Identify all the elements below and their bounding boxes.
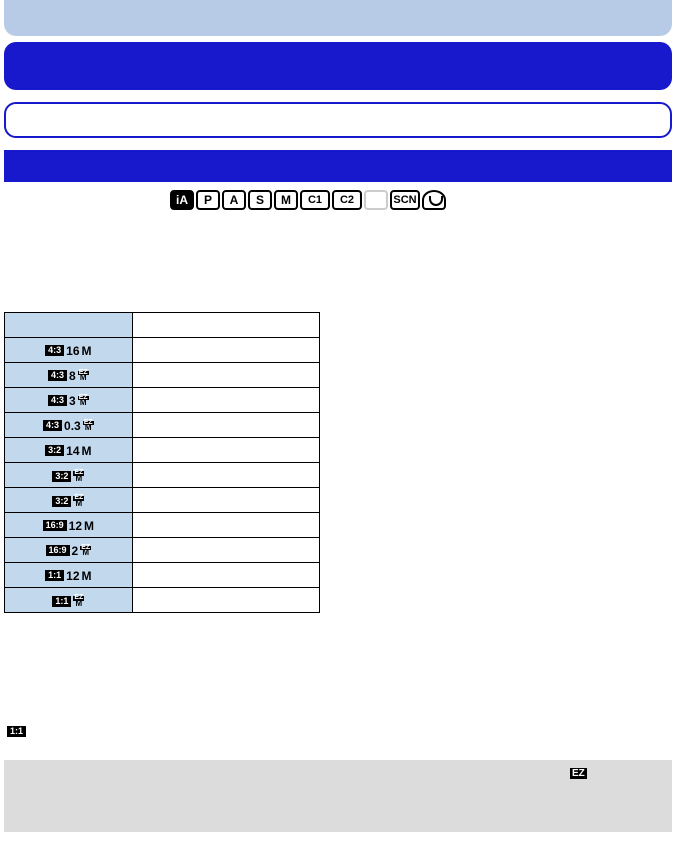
ratio-badge: 3:2 — [52, 471, 71, 482]
size-value: 12 — [69, 519, 82, 533]
size-cell: 1:112M — [5, 563, 133, 588]
ratio-badge: 4:3 — [43, 420, 62, 431]
ratio-badge: 1:1 — [52, 596, 71, 607]
resolution-cell — [132, 388, 319, 413]
mode-ia-icon: iA — [170, 190, 194, 210]
mode-s-icon: S — [248, 190, 272, 210]
resolution-cell — [132, 488, 319, 513]
mode-blank-icon — [364, 190, 388, 210]
table-row: 4:316M — [5, 338, 320, 363]
ratio-badge: 16:9 — [43, 520, 67, 531]
size-unit: M — [82, 569, 92, 583]
size-cell: 16:92EZM — [5, 538, 133, 563]
table-header-2 — [132, 313, 319, 338]
table-row: 16:912M — [5, 513, 320, 538]
ez-m-icon: EZM — [73, 496, 84, 506]
mode-p-icon: P — [196, 190, 220, 210]
top-banner — [4, 0, 672, 36]
section-heading-bar — [4, 150, 672, 182]
ratio-badge: 4:3 — [48, 395, 67, 406]
title-bar — [4, 42, 672, 90]
table-row: 1:112M — [5, 563, 320, 588]
ratio-badge: 3:2 — [45, 445, 64, 456]
mode-scn-icon: SCN — [390, 190, 420, 210]
ratio-badge: 4:3 — [48, 370, 67, 381]
size-cell: 1:1EZM — [5, 588, 133, 613]
resolution-cell — [132, 588, 319, 613]
size-unit: M — [82, 444, 92, 458]
size-cell: 3:2EZM — [5, 488, 133, 513]
resolution-cell — [132, 513, 319, 538]
ez-m-icon: EZM — [78, 396, 89, 406]
ratio-badge: 1:1 — [45, 570, 64, 581]
table-row: 4:30.3EZM — [5, 413, 320, 438]
table-row: 4:33EZM — [5, 388, 320, 413]
resolution-cell — [132, 438, 319, 463]
table-row: 3:2EZM — [5, 463, 320, 488]
size-value: 14 — [66, 444, 79, 458]
size-cell: 3:2EZM — [5, 463, 133, 488]
table-row: 3:214M — [5, 438, 320, 463]
ratio-badge: 16:9 — [46, 545, 70, 556]
subtitle-bar — [4, 102, 672, 138]
resolution-cell — [132, 363, 319, 388]
mode-c2-icon: C2 — [332, 190, 362, 210]
size-cell: 16:912M — [5, 513, 133, 538]
ez-badge-footer: EZ — [570, 768, 587, 779]
size-value: 8 — [69, 369, 76, 383]
size-value: 2 — [72, 544, 79, 558]
table-row: 3:2EZM — [5, 488, 320, 513]
size-cell: 4:316M — [5, 338, 133, 363]
resolution-cell — [132, 538, 319, 563]
ez-m-icon: EZM — [80, 546, 91, 556]
ez-m-icon: EZM — [73, 596, 84, 606]
ratio-badge-standalone: 1:1 — [7, 726, 26, 737]
size-value: 0.3 — [64, 419, 81, 433]
resolution-cell — [132, 563, 319, 588]
resolution-cell — [132, 338, 319, 363]
mode-c1-icon: C1 — [300, 190, 330, 210]
ratio-badge: 4:3 — [45, 345, 64, 356]
mode-m-icon: M — [274, 190, 298, 210]
ez-m-icon: EZM — [78, 371, 89, 381]
size-cell: 4:38EZM — [5, 363, 133, 388]
mode-palette-icon — [422, 190, 446, 210]
mode-icon-row: iA P A S M C1 C2 SCN — [170, 190, 446, 210]
resolution-cell — [132, 463, 319, 488]
table-row: 16:92EZM — [5, 538, 320, 563]
size-unit: M — [84, 519, 94, 533]
table-row: 4:38EZM — [5, 363, 320, 388]
ratio-badge: 3:2 — [52, 496, 71, 507]
size-cell: 3:214M — [5, 438, 133, 463]
resolution-cell — [132, 413, 319, 438]
table-header-1 — [5, 313, 133, 338]
ez-m-icon: EZM — [73, 471, 84, 481]
size-unit: M — [82, 344, 92, 358]
size-value: 16 — [66, 344, 79, 358]
table-row: 1:1EZM — [5, 588, 320, 613]
size-cell: 4:33EZM — [5, 388, 133, 413]
ez-m-icon: EZM — [83, 421, 94, 431]
picture-size-table: 4:316M4:38EZM4:33EZM4:30.3EZM3:214M3:2EZ… — [4, 312, 320, 613]
size-value: 12 — [66, 569, 79, 583]
mode-a-icon: A — [222, 190, 246, 210]
size-cell: 4:30.3EZM — [5, 413, 133, 438]
size-value: 3 — [69, 394, 76, 408]
